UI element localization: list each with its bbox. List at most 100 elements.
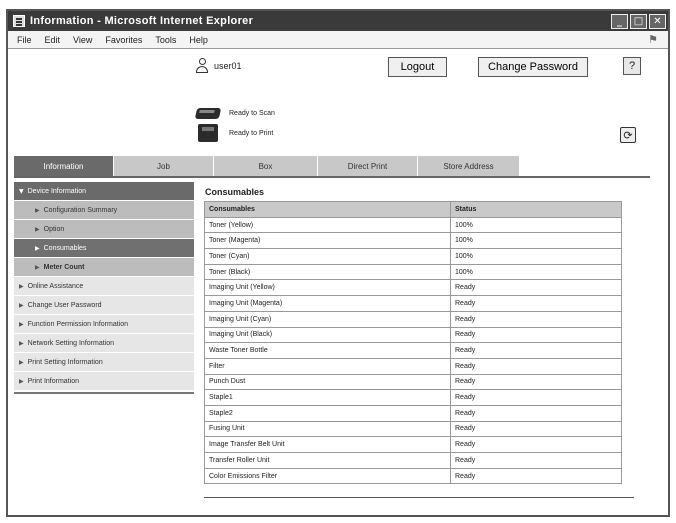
tab-information[interactable]: Information (14, 156, 114, 176)
print-status: Ready to Print (196, 124, 273, 142)
triangle-right-icon: ▶ (19, 301, 24, 309)
consumable-status: Ready (450, 452, 622, 469)
change-password-button[interactable]: Change Password (478, 57, 588, 77)
sidebar-item-change-user-password[interactable]: ▶ Change User Password (14, 296, 194, 315)
sidebar-item-online-assistance[interactable]: ▶ Online Assistance (14, 277, 194, 296)
tab-box[interactable]: Box (214, 156, 318, 176)
sidebar-item-label: Consumables (43, 244, 87, 252)
consumables-table: Consumables Status Toner (Yellow) 100% Ton… (204, 201, 622, 485)
sidebar-item-label: Device Information (27, 187, 86, 195)
footer-divider (204, 497, 634, 498)
table-row: Waste Toner Bottle Ready (204, 342, 622, 359)
consumable-name: Imaging Unit (Yellow) (204, 279, 451, 297)
sidebar-item-label: Configuration Summary (43, 206, 118, 214)
window-title: Information - Microsoft Internet Explore… (30, 15, 254, 27)
menu-file[interactable]: File (17, 35, 32, 45)
scan-status-text: Ready to Scan (229, 109, 275, 117)
consumable-name: Image Transfer Belt Unit (204, 436, 451, 453)
table-row: Punch Dust Ready (204, 373, 622, 391)
tab-direct-print[interactable]: Direct Print (318, 156, 418, 176)
consumable-name: Waste Toner Bottle (204, 342, 451, 359)
menu-favorites[interactable]: Favorites (105, 35, 142, 45)
table-row: Staple1 Ready (204, 389, 622, 406)
triangle-right-icon: ▶ (35, 263, 40, 271)
triangle-right-icon: ▶ (19, 377, 24, 385)
menu-tools[interactable]: Tools (155, 35, 176, 45)
tab-job[interactable]: Job (114, 156, 214, 176)
consumable-name: Imaging Unit (Black) (204, 326, 451, 344)
table-row: Imaging Unit (Cyan) Ready (204, 310, 622, 328)
triangle-right-icon: ▶ (19, 282, 24, 290)
logout-button[interactable]: Logout (388, 57, 447, 77)
scanner-icon (194, 104, 222, 122)
consumable-name: Color Emissions Filter (204, 467, 451, 485)
maximize-button[interactable]: □ (630, 13, 647, 29)
table-row: Toner (Cyan) 100% (204, 248, 622, 265)
consumable-name: Staple1 (204, 389, 451, 406)
consumable-status: Ready (450, 420, 622, 438)
menu-help[interactable]: Help (189, 35, 208, 45)
consumable-status: Ready (450, 357, 622, 375)
tab-divider (14, 176, 650, 178)
table-row: Transfer Roller Unit Ready (204, 452, 622, 469)
sidebar-item-consumables[interactable]: ▶ Consumables (14, 239, 194, 258)
table-row: Imaging Unit (Yellow) Ready (204, 279, 622, 297)
triangle-right-icon: ▶ (35, 206, 40, 214)
page-content: user01 Logout Change Password ? Ready to… (8, 50, 668, 515)
sidebar: ▼ Device Information ▶ Configuration Summar… (14, 182, 194, 394)
sidebar-item-print-information[interactable]: ▶ Print Information (14, 372, 194, 391)
sidebar-bottom-divider (14, 392, 194, 394)
browser-window: Information - Microsoft Internet Explore… (6, 9, 670, 517)
menu-view[interactable]: View (73, 35, 92, 45)
sidebar-item-label: Print Information (27, 377, 79, 385)
sidebar-item-network-setting-information[interactable]: ▶ Network Setting Information (14, 334, 194, 353)
sidebar-item-device-information[interactable]: ▼ Device Information (14, 182, 194, 201)
table-row: Toner (Black) 100% (204, 263, 622, 281)
consumable-status: Ready (450, 467, 622, 485)
refresh-button[interactable]: ⟳ (620, 127, 636, 143)
consumable-status: Ready (450, 342, 622, 359)
close-button[interactable]: ✕ (649, 13, 666, 29)
consumable-status: 100% (450, 216, 622, 234)
sidebar-item-meter-count[interactable]: ▶ Meter Count (14, 258, 194, 277)
triangle-right-icon: ▶ (19, 339, 24, 347)
printer-icon (196, 124, 220, 142)
sidebar-item-label: Meter Count (43, 263, 85, 271)
consumable-name: Imaging Unit (Cyan) (204, 310, 451, 328)
sidebar-item-print-setting-information[interactable]: ▶ Print Setting Information (14, 353, 194, 372)
table-row: Fusing Unit Ready (204, 420, 622, 438)
consumable-status: Ready (450, 436, 622, 453)
consumable-name: Fusing Unit (204, 420, 451, 438)
consumable-name: Toner (Yellow) (204, 216, 451, 234)
consumable-name: Filter (204, 357, 451, 375)
consumable-name: Punch Dust (204, 373, 451, 391)
minimize-button[interactable]: _ (611, 13, 628, 29)
menu-bar: File Edit View Favorites Tools Help ⚑ (8, 31, 668, 49)
user-name: user01 (214, 61, 242, 71)
tab-store-address[interactable]: Store Address (418, 156, 520, 176)
consumable-status: 100% (450, 232, 622, 250)
sidebar-item-function-permission-information[interactable]: ▶ Function Permission Information (14, 315, 194, 334)
sidebar-item-label: Option (43, 225, 65, 233)
sidebar-item-label: Network Setting Information (27, 339, 114, 347)
sidebar-item-label: Print Setting Information (27, 358, 103, 366)
consumable-name: Transfer Roller Unit (204, 452, 451, 469)
expand-down-icon: ▼ (19, 187, 24, 195)
menu-edit[interactable]: Edit (45, 35, 61, 45)
user-info: user01 (196, 58, 242, 74)
main-tabs: Information Job Box Direct Print Store Addre… (14, 156, 520, 176)
sidebar-item-label: Online Assistance (27, 282, 84, 290)
column-header-consumables: Consumables (204, 201, 451, 218)
consumable-status: Ready (450, 326, 622, 344)
consumable-name: Toner (Cyan) (204, 248, 451, 265)
section-title: Consumables (205, 187, 265, 197)
sidebar-item-option[interactable]: ▶ Option (14, 220, 194, 239)
consumable-status: Ready (450, 279, 622, 297)
ie-document-icon (13, 15, 25, 27)
table-row: Imaging Unit (Black) Ready (204, 326, 622, 344)
consumable-status: Ready (450, 389, 622, 406)
sidebar-item-configuration-summary[interactable]: ▶ Configuration Summary (14, 201, 194, 220)
help-button[interactable]: ? (623, 57, 641, 75)
sidebar-item-label: Function Permission Information (27, 320, 129, 328)
consumable-status: 100% (450, 248, 622, 265)
